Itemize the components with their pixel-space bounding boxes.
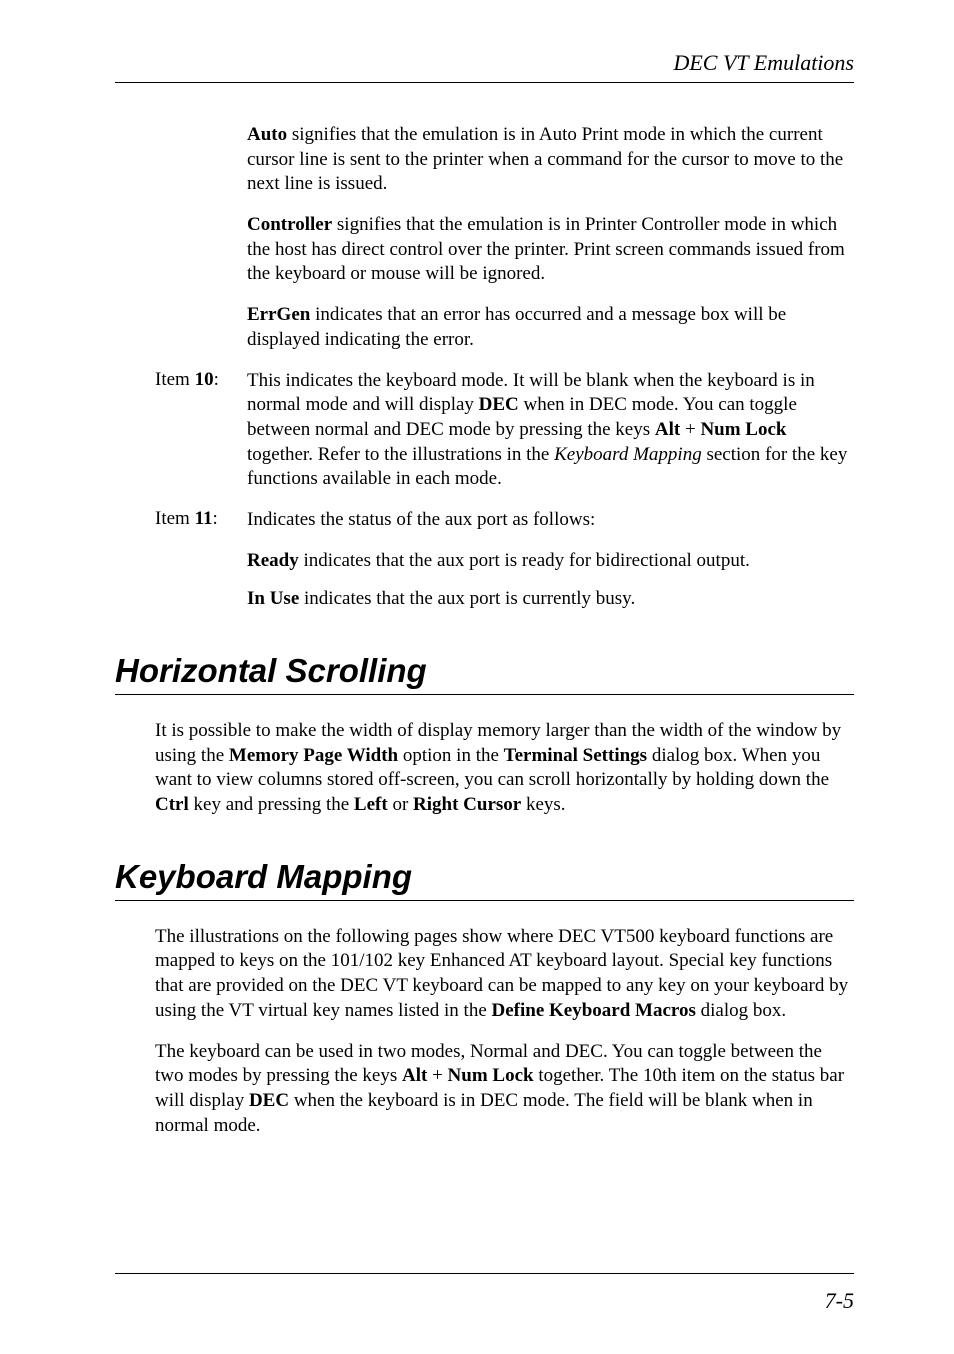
- s1-b1: Memory Page Width: [229, 745, 398, 766]
- item-10-b3: Num Lock: [700, 419, 786, 440]
- item-11-t1: Indicates the status of the aux port as …: [247, 509, 595, 530]
- item-10-prefix: Item: [155, 369, 195, 390]
- s1-t5: or: [388, 794, 413, 815]
- text-auto: signifies that the emulation is in Auto …: [247, 124, 843, 194]
- s1-b3: Ctrl: [155, 794, 189, 815]
- s1-b5: Right Cursor: [413, 794, 521, 815]
- section-2-rule: [115, 900, 854, 901]
- section-2-heading: Keyboard Mapping: [115, 858, 854, 896]
- bold-controller: Controller: [247, 214, 332, 235]
- bold-auto: Auto: [247, 124, 287, 145]
- item-10-t4: together. Refer to the illustrations in …: [247, 444, 554, 465]
- s1-t2: option in the: [398, 745, 504, 766]
- text-errgen: indicates that an error has occurred and…: [247, 304, 786, 350]
- item-10-t3: +: [680, 419, 700, 440]
- s2p1-t2: dialog box.: [696, 1000, 786, 1021]
- page-header: DEC VT Emulations: [115, 50, 854, 76]
- s2p1-b1: Define Keyboard Macros: [492, 1000, 696, 1021]
- header-rule: [115, 82, 854, 83]
- item-11-label: Item 11:: [115, 508, 247, 533]
- item-11-row: Item 11: Indicates the status of the aux…: [115, 508, 854, 533]
- item-10-b2: Alt: [655, 419, 680, 440]
- item-10-num: 10: [195, 369, 214, 390]
- item-10-row: Item 10: This indicates the keyboard mod…: [115, 369, 854, 492]
- item-11-sub2: In Use indicates that the aux port is cu…: [247, 587, 854, 612]
- s1-b2: Terminal Settings: [504, 745, 647, 766]
- s1-b4: Left: [354, 794, 388, 815]
- s1-t6: keys.: [521, 794, 565, 815]
- section-1-heading: Horizontal Scrolling: [115, 652, 854, 690]
- item-10-b1: DEC: [479, 394, 519, 415]
- header-title: DEC VT Emulations: [673, 50, 854, 75]
- section-2-para2: The keyboard can be used in two modes, N…: [155, 1040, 854, 1139]
- item-10-i1: Keyboard Mapping: [554, 444, 702, 465]
- item-11-content: Indicates the status of the aux port as …: [247, 508, 854, 533]
- bold-errgen: ErrGen: [247, 304, 310, 325]
- section-1-para: It is possible to make the width of disp…: [155, 719, 854, 818]
- top-para-1: Auto signifies that the emulation is in …: [247, 123, 854, 197]
- section-1-rule: [115, 694, 854, 695]
- top-para-2: Controller signifies that the emulation …: [247, 213, 854, 287]
- item-11-sub2-text: indicates that the aux port is currently…: [299, 588, 635, 609]
- item-11-suffix: :: [213, 508, 218, 529]
- item-11-sub1: Ready indicates that the aux port is rea…: [247, 549, 854, 574]
- footer-rule: [115, 1273, 854, 1274]
- s1-t4: key and pressing the: [189, 794, 354, 815]
- item-11-sub2-bold: In Use: [247, 588, 299, 609]
- top-para-3: ErrGen indicates that an error has occur…: [247, 303, 854, 352]
- item-11-sub1-bold: Ready: [247, 550, 299, 571]
- s2p2-t2: +: [427, 1065, 447, 1086]
- s2p2-b2: Num Lock: [448, 1065, 534, 1086]
- item-11-num: 11: [195, 508, 213, 529]
- s2p2-b1: Alt: [402, 1065, 427, 1086]
- page-number: 7-5: [825, 1288, 854, 1314]
- s2p2-b3: DEC: [249, 1090, 289, 1111]
- item-10-label: Item 10:: [115, 369, 247, 492]
- item-11-prefix: Item: [155, 508, 195, 529]
- item-10-suffix: :: [214, 369, 219, 390]
- item-10-content: This indicates the keyboard mode. It wil…: [247, 369, 854, 492]
- text-controller: signifies that the emulation is in Print…: [247, 214, 845, 284]
- section-2-para1: The illustrations on the following pages…: [155, 925, 854, 1024]
- item-11-sub1-text: indicates that the aux port is ready for…: [299, 550, 750, 571]
